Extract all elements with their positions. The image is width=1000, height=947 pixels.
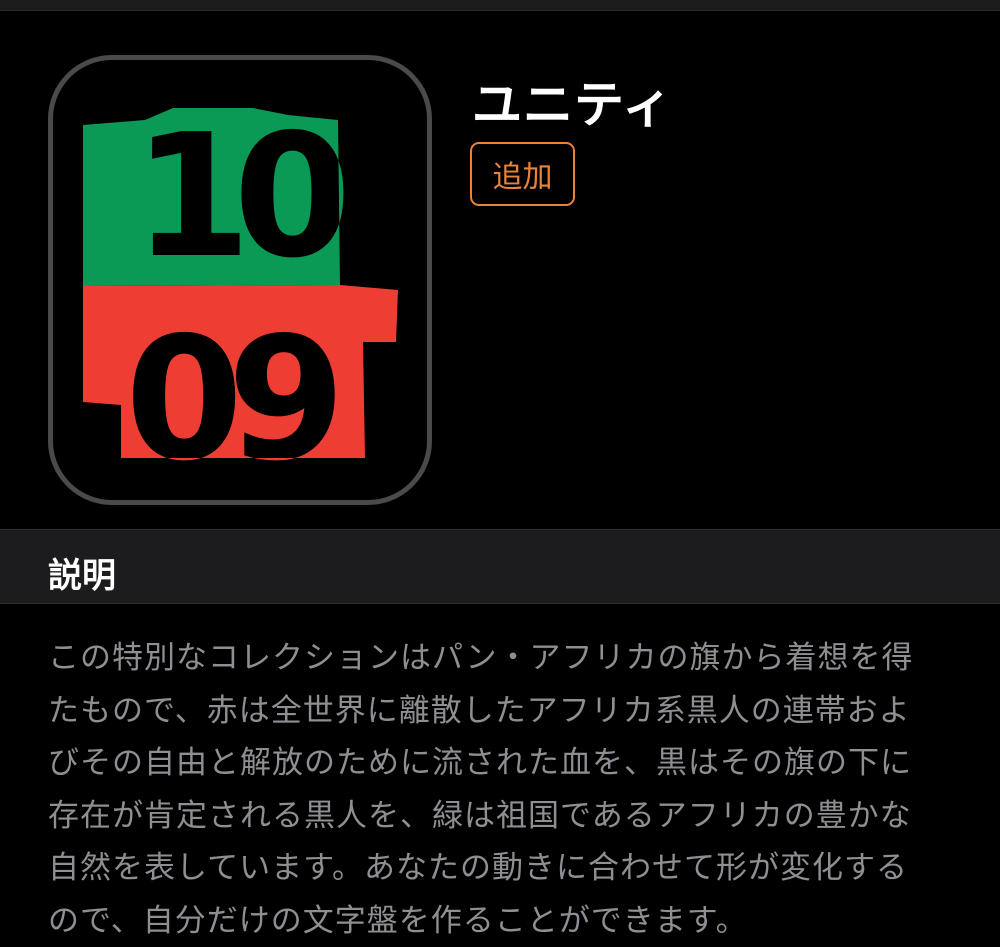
description-text: この特別なコレクションはパン・アフリカの旗から着想を得 たもので、赤は全世界に離… [48, 632, 948, 947]
description-line: びその自由と解放のために流された血を、黒はその旗の下に [48, 745, 912, 781]
watch-face-graphic: 10 10 09 09 [83, 98, 398, 499]
hour-digits: 10 10 [133, 98, 362, 296]
watch-face-preview[interactable]: 10 10 09 09 [48, 55, 432, 505]
description-line: ので、自分だけの文字盤を作ることができます。 [48, 902, 748, 939]
description-line: 自然を表しています。あなたの動きに合わせて形が変化する [48, 850, 908, 886]
top-divider [0, 0, 1000, 11]
svg-text:10: 10 [133, 98, 344, 296]
description-line: この特別なコレクションはパン・アフリカの旗から着想を得 [48, 640, 914, 676]
description-line: 存在が肯定される黒人を、緑は祖国であるアフリカの豊かな [48, 797, 912, 834]
watch-face-header: 10 10 09 09 ユニティ 追加 [0, 11, 1000, 529]
description-line: たもので、赤は全世界に離散したアフリカ系黒人の連帯およ [48, 692, 911, 729]
face-title: ユニティ [472, 76, 673, 134]
description-section-header: 説明 [0, 529, 1000, 604]
add-button[interactable]: 追加 [470, 142, 575, 206]
minute-digits: 09 09 [125, 301, 351, 499]
section-title: 説明 [48, 556, 116, 596]
